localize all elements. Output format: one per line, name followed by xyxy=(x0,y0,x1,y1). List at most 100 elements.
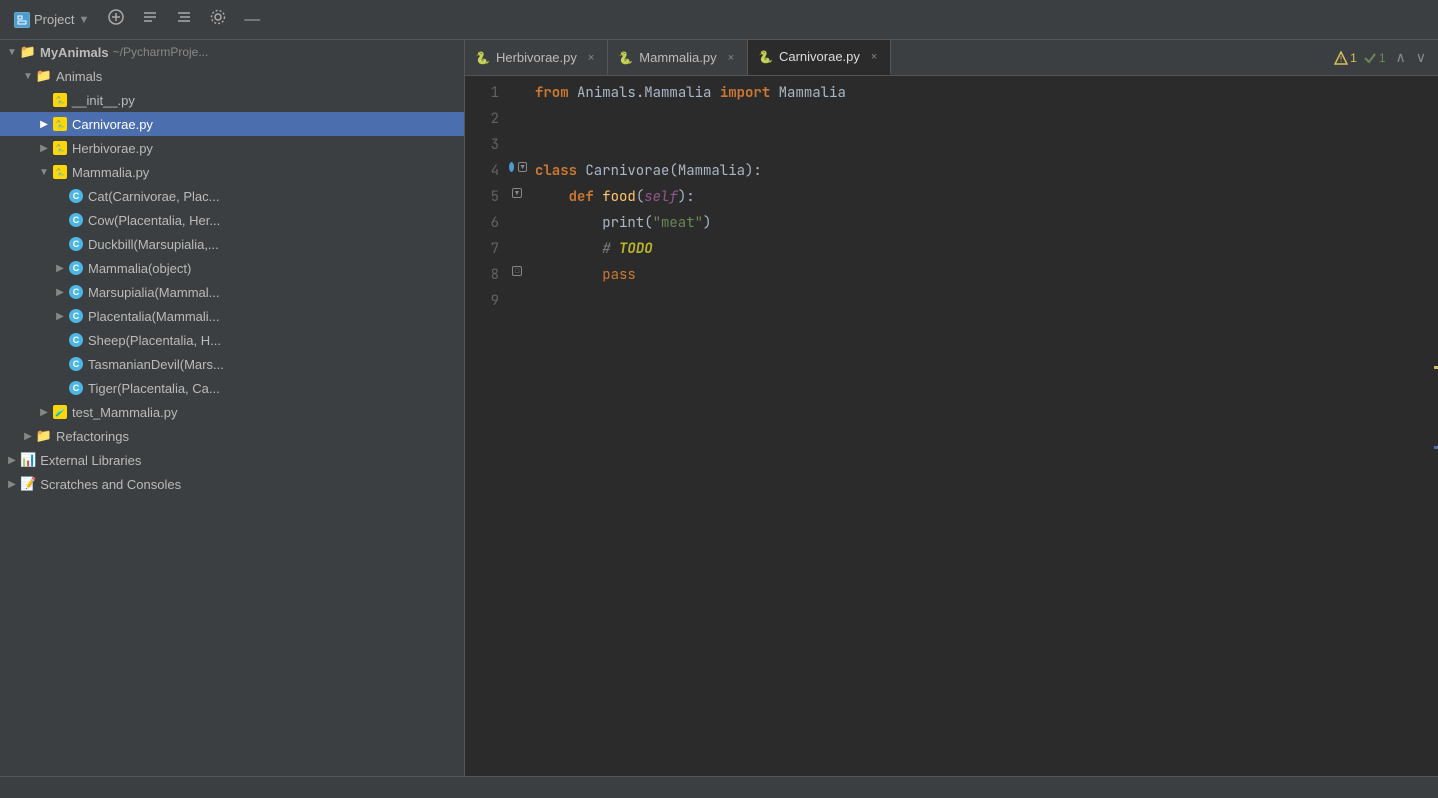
sidebar-item-duckbill[interactable]: C Duckbill(Marsupialia,... xyxy=(0,232,464,256)
project-button[interactable]: Project ▼ xyxy=(8,8,95,32)
sidebar-item-animals[interactable]: ▼ 📁 Animals xyxy=(0,64,464,88)
folder-icon-myanimals: 📁 xyxy=(20,44,36,60)
sidebar-item-mammalia-class[interactable]: ▶ C Mammalia(object) xyxy=(0,256,464,280)
code-editor[interactable]: from Animals.Mammalia import Mammalia cl… xyxy=(527,76,1424,776)
arrow-test-mammalia: ▶ xyxy=(36,404,52,420)
parent-mammalia: Mammalia xyxy=(678,158,745,184)
arrow-mammalia-class: ▶ xyxy=(52,260,68,276)
tiger-label: Tiger(Placentalia, Ca... xyxy=(88,381,220,396)
tab-mammalia[interactable]: 🐍 Mammalia.py × xyxy=(608,40,748,75)
fold-icon-4[interactable]: ▼ xyxy=(518,162,527,172)
comment-todo: TODO xyxy=(619,236,653,262)
editor-container: 🐍 Herbivorae.py × 🐍 Mammalia.py × 🐍 Carn… xyxy=(465,40,1438,776)
arrow-refactorings: ▶ xyxy=(20,428,36,444)
arrow-init xyxy=(36,92,52,108)
gutter-row-3 xyxy=(507,128,527,154)
folder-icon-animals: 📁 xyxy=(36,68,52,84)
scroll-mark-selection xyxy=(1434,446,1438,449)
string-meat: "meat" xyxy=(653,210,703,236)
gutter-row-4: ▼ xyxy=(507,154,527,180)
module-animals-mammalia: Animals.Mammalia xyxy=(577,80,711,106)
tab-carnivorae[interactable]: 🐍 Carnivorae.py × xyxy=(748,40,891,75)
tasmaniandevil-label: TasmanianDevil(Mars... xyxy=(88,357,224,372)
sidebar-item-cow[interactable]: C Cow(Placentalia, Her... xyxy=(0,208,464,232)
line-num-8: 8 xyxy=(465,262,499,288)
breakpoint-dot-4[interactable] xyxy=(509,162,514,172)
editor-area[interactable]: 1 2 3 4 5 6 7 8 9 ▼ xyxy=(465,76,1438,776)
close-tab-herbivorae[interactable]: × xyxy=(585,51,597,65)
tab-herbivorae[interactable]: 🐍 Herbivorae.py × xyxy=(465,40,608,75)
arrow-myanimals: ▼ xyxy=(4,44,20,60)
sidebar-item-herbivorae[interactable]: ▶ 🐍 Herbivorae.py xyxy=(0,136,464,160)
warning-badge: ! 1 xyxy=(1334,51,1357,65)
gutter-row-1 xyxy=(507,76,527,102)
code-line-5: def food(self): xyxy=(535,184,1424,210)
sidebar-item-init[interactable]: 🐍 __init__.py xyxy=(0,88,464,112)
arrow-tiger xyxy=(52,380,68,396)
sidebar-item-test-mammalia[interactable]: ▶ 🧪 test_Mammalia.py xyxy=(0,400,464,424)
py-icon-tab-herbivorae: 🐍 xyxy=(475,51,490,65)
sidebar-item-scratches[interactable]: ▶ 📝 Scratches and Consoles xyxy=(0,472,464,496)
next-issue-button[interactable]: ∨ xyxy=(1412,47,1430,68)
sidebar-item-external-libraries[interactable]: ▶ 📊 External Libraries xyxy=(0,448,464,472)
sidebar-item-carnivorae[interactable]: ▶ 🐍 Carnivorae.py xyxy=(0,112,464,136)
kw-import: import xyxy=(720,80,770,106)
line-num-2: 2 xyxy=(465,106,499,132)
main-area: ▼ 📁 MyAnimals ~/PycharmProje... ▼ 📁 Anim… xyxy=(0,40,1438,776)
external-libraries-label: External Libraries xyxy=(40,453,141,468)
code-line-9 xyxy=(535,288,1424,314)
test-mammalia-label: test_Mammalia.py xyxy=(72,405,177,420)
sidebar-item-placentalia[interactable]: ▶ C Placentalia(Mammali... xyxy=(0,304,464,328)
code-line-7: # TODO xyxy=(535,236,1424,262)
close-tab-carnivorae[interactable]: × xyxy=(868,50,880,64)
marsupialia-label: Marsupialia(Mammal... xyxy=(88,285,219,300)
kw-from: from xyxy=(535,80,569,106)
fold-icon-8[interactable]: □ xyxy=(512,266,522,276)
sidebar-item-tasmaniandevil[interactable]: C TasmanianDevil(Mars... xyxy=(0,352,464,376)
class-icon-cow: C xyxy=(68,212,84,228)
line-num-6: 6 xyxy=(465,210,499,236)
placentalia-label: Placentalia(Mammali... xyxy=(88,309,220,324)
myanimals-label: MyAnimals xyxy=(40,45,109,60)
add-file-button[interactable] xyxy=(103,7,129,32)
cat-label: Cat(Carnivorae, Plac... xyxy=(88,189,220,204)
folder-icon-refactorings: 📁 xyxy=(36,428,52,444)
sidebar-item-marsupialia[interactable]: ▶ C Marsupialia(Mammal... xyxy=(0,280,464,304)
collapse-all-button[interactable] xyxy=(137,7,163,32)
settings-button[interactable] xyxy=(205,7,231,32)
minimize-button[interactable]: — xyxy=(239,9,265,31)
cow-label: Cow(Placentalia, Her... xyxy=(88,213,220,228)
class-icon-duckbill: C xyxy=(68,236,84,252)
line-numbers: 1 2 3 4 5 6 7 8 9 xyxy=(465,76,507,776)
line-num-7: 7 xyxy=(465,236,499,262)
sidebar-item-refactorings[interactable]: ▶ 📁 Refactorings xyxy=(0,424,464,448)
warning-count: 1 xyxy=(1350,51,1357,65)
kw-pass: pass xyxy=(602,262,636,288)
expand-all-button[interactable] xyxy=(171,7,197,32)
py-icon-test-mammalia: 🧪 xyxy=(52,404,68,420)
sidebar-item-myanimals[interactable]: ▼ 📁 MyAnimals ~/PycharmProje... xyxy=(0,40,464,64)
sidebar-item-tiger[interactable]: C Tiger(Placentalia, Ca... xyxy=(0,376,464,400)
toolbar-tools: — xyxy=(103,7,265,32)
gutter-row-5: ▼ xyxy=(507,180,527,206)
class-icon-marsupialia: C xyxy=(68,284,84,300)
fold-icon-5[interactable]: ▼ xyxy=(512,188,522,198)
class-icon-tasmaniandevil: C xyxy=(68,356,84,372)
animals-label: Animals xyxy=(56,69,102,84)
analysis-bar: ! 1 1 ∧ ∨ xyxy=(891,40,1438,75)
title-bar: Project ▼ — xyxy=(0,0,1438,40)
func-food: food xyxy=(602,184,636,210)
close-tab-mammalia[interactable]: × xyxy=(725,51,737,65)
builtin-print: print xyxy=(602,210,644,236)
scratches-icon: 📝 xyxy=(20,476,36,492)
sheep-label: Sheep(Placentalia, H... xyxy=(88,333,221,348)
line-num-1: 1 xyxy=(465,80,499,106)
sidebar-item-mammalia[interactable]: ▼ 🐍 Mammalia.py xyxy=(0,160,464,184)
sidebar-item-sheep[interactable]: C Sheep(Placentalia, H... xyxy=(0,328,464,352)
py-icon-carnivorae: 🐍 xyxy=(52,116,68,132)
code-line-3 xyxy=(535,132,1424,158)
sidebar-item-cat[interactable]: C Cat(Carnivorae, Plac... xyxy=(0,184,464,208)
code-line-8: pass xyxy=(535,262,1424,288)
gutter: ▼ ▼ □ xyxy=(507,76,527,776)
prev-issue-button[interactable]: ∧ xyxy=(1392,47,1410,68)
